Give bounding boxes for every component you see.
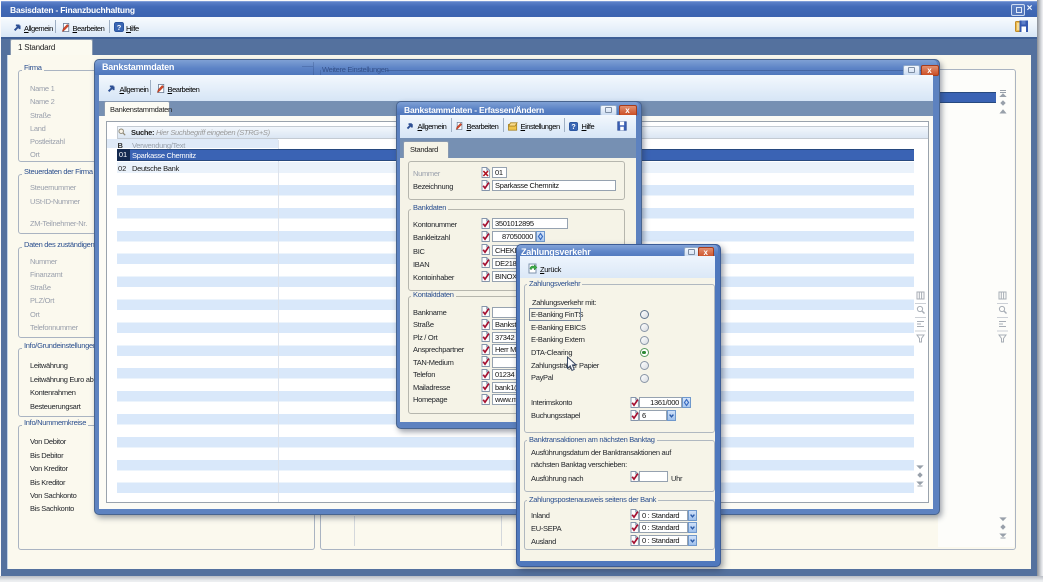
svg-text:?: ? [571, 123, 575, 131]
svg-text:?: ? [117, 23, 122, 32]
